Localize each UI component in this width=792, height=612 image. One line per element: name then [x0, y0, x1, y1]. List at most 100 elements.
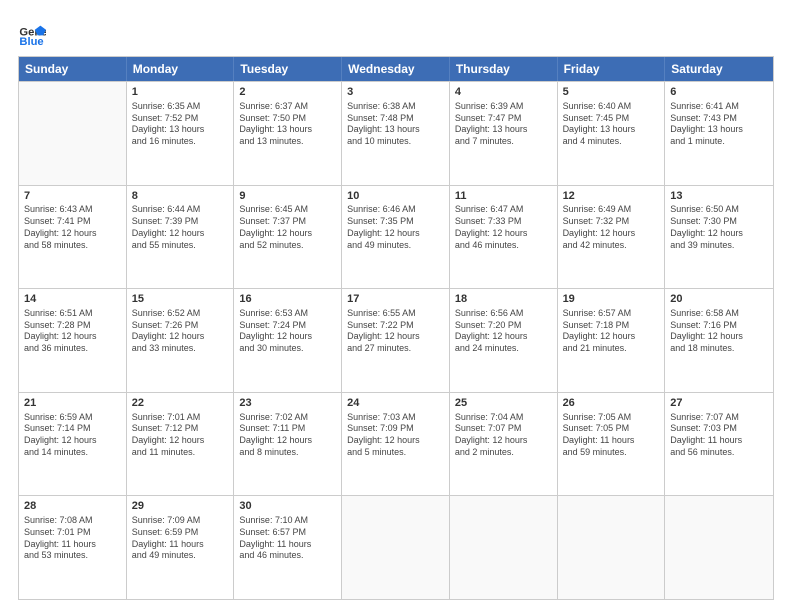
calendar-cell: 10Sunrise: 6:46 AMSunset: 7:35 PMDayligh…: [342, 186, 450, 289]
cell-info: and 49 minutes.: [347, 240, 444, 252]
cell-info: Sunrise: 7:05 AM: [563, 412, 660, 424]
cell-info: Sunset: 7:48 PM: [347, 113, 444, 125]
calendar-cell: 25Sunrise: 7:04 AMSunset: 7:07 PMDayligh…: [450, 393, 558, 496]
cell-info: Daylight: 12 hours: [563, 228, 660, 240]
day-number: 16: [239, 292, 336, 307]
cell-info: Sunset: 7:12 PM: [132, 423, 229, 435]
cell-info: Sunrise: 7:07 AM: [670, 412, 768, 424]
cell-info: Sunrise: 7:04 AM: [455, 412, 552, 424]
calendar-cell: 9Sunrise: 6:45 AMSunset: 7:37 PMDaylight…: [234, 186, 342, 289]
day-number: 25: [455, 396, 552, 411]
calendar-cell: 22Sunrise: 7:01 AMSunset: 7:12 PMDayligh…: [127, 393, 235, 496]
cell-info: and 39 minutes.: [670, 240, 768, 252]
cell-info: and 27 minutes.: [347, 343, 444, 355]
cell-info: Daylight: 12 hours: [132, 228, 229, 240]
cell-info: Daylight: 12 hours: [347, 228, 444, 240]
day-number: 8: [132, 189, 229, 204]
calendar-cell: 14Sunrise: 6:51 AMSunset: 7:28 PMDayligh…: [19, 289, 127, 392]
cell-info: Sunset: 7:11 PM: [239, 423, 336, 435]
cell-info: and 21 minutes.: [563, 343, 660, 355]
cell-info: Sunrise: 6:35 AM: [132, 101, 229, 113]
cell-info: Sunset: 7:32 PM: [563, 216, 660, 228]
calendar-cell: 26Sunrise: 7:05 AMSunset: 7:05 PMDayligh…: [558, 393, 666, 496]
cell-info: Sunset: 7:24 PM: [239, 320, 336, 332]
day-number: 28: [24, 499, 121, 514]
cell-info: Daylight: 12 hours: [239, 435, 336, 447]
cell-info: Daylight: 11 hours: [239, 539, 336, 551]
calendar-cell: [19, 82, 127, 185]
cell-info: Sunset: 7:28 PM: [24, 320, 121, 332]
calendar-row-4: 21Sunrise: 6:59 AMSunset: 7:14 PMDayligh…: [19, 392, 773, 496]
cell-info: Sunrise: 6:37 AM: [239, 101, 336, 113]
calendar-cell: [342, 496, 450, 599]
page-header: General Blue: [18, 16, 774, 48]
cell-info: Sunset: 7:03 PM: [670, 423, 768, 435]
cell-info: Sunrise: 7:02 AM: [239, 412, 336, 424]
header-cell-thursday: Thursday: [450, 57, 558, 81]
cell-info: Daylight: 12 hours: [455, 435, 552, 447]
cell-info: Sunrise: 6:58 AM: [670, 308, 768, 320]
cell-info: Sunset: 7:09 PM: [347, 423, 444, 435]
cell-info: and 1 minute.: [670, 136, 768, 148]
cell-info: Sunrise: 6:43 AM: [24, 204, 121, 216]
calendar-cell: [558, 496, 666, 599]
day-number: 19: [563, 292, 660, 307]
cell-info: Daylight: 12 hours: [24, 228, 121, 240]
cell-info: Sunrise: 6:49 AM: [563, 204, 660, 216]
day-number: 26: [563, 396, 660, 411]
calendar-cell: 29Sunrise: 7:09 AMSunset: 6:59 PMDayligh…: [127, 496, 235, 599]
header-cell-friday: Friday: [558, 57, 666, 81]
cell-info: Daylight: 13 hours: [347, 124, 444, 136]
logo: General Blue: [18, 20, 50, 48]
cell-info: Daylight: 11 hours: [563, 435, 660, 447]
cell-info: and 46 minutes.: [239, 550, 336, 562]
cell-info: Sunset: 7:16 PM: [670, 320, 768, 332]
cell-info: Sunrise: 6:50 AM: [670, 204, 768, 216]
cell-info: and 13 minutes.: [239, 136, 336, 148]
cell-info: Daylight: 12 hours: [239, 331, 336, 343]
cell-info: Sunset: 7:05 PM: [563, 423, 660, 435]
cell-info: Daylight: 11 hours: [132, 539, 229, 551]
cell-info: Daylight: 13 hours: [670, 124, 768, 136]
day-number: 12: [563, 189, 660, 204]
cell-info: and 55 minutes.: [132, 240, 229, 252]
cell-info: Sunrise: 7:03 AM: [347, 412, 444, 424]
cell-info: Sunrise: 6:53 AM: [239, 308, 336, 320]
svg-text:Blue: Blue: [19, 36, 43, 48]
calendar-cell: 23Sunrise: 7:02 AMSunset: 7:11 PMDayligh…: [234, 393, 342, 496]
cell-info: Daylight: 11 hours: [24, 539, 121, 551]
calendar-cell: 3Sunrise: 6:38 AMSunset: 7:48 PMDaylight…: [342, 82, 450, 185]
cell-info: Sunset: 7:26 PM: [132, 320, 229, 332]
cell-info: Sunrise: 6:55 AM: [347, 308, 444, 320]
cell-info: Daylight: 12 hours: [132, 435, 229, 447]
cell-info: Sunset: 7:18 PM: [563, 320, 660, 332]
cell-info: Daylight: 13 hours: [455, 124, 552, 136]
cell-info: Daylight: 11 hours: [670, 435, 768, 447]
cell-info: Sunset: 7:20 PM: [455, 320, 552, 332]
calendar: SundayMondayTuesdayWednesdayThursdayFrid…: [18, 56, 774, 600]
calendar-cell: 13Sunrise: 6:50 AMSunset: 7:30 PMDayligh…: [665, 186, 773, 289]
calendar-cell: 12Sunrise: 6:49 AMSunset: 7:32 PMDayligh…: [558, 186, 666, 289]
cell-info: and 14 minutes.: [24, 447, 121, 459]
cell-info: and 7 minutes.: [455, 136, 552, 148]
cell-info: and 33 minutes.: [132, 343, 229, 355]
cell-info: Daylight: 12 hours: [24, 331, 121, 343]
cell-info: Sunrise: 7:08 AM: [24, 515, 121, 527]
cell-info: and 36 minutes.: [24, 343, 121, 355]
day-number: 4: [455, 85, 552, 100]
cell-info: Sunrise: 6:45 AM: [239, 204, 336, 216]
calendar-cell: 11Sunrise: 6:47 AMSunset: 7:33 PMDayligh…: [450, 186, 558, 289]
day-number: 20: [670, 292, 768, 307]
cell-info: Sunrise: 6:47 AM: [455, 204, 552, 216]
calendar-cell: 8Sunrise: 6:44 AMSunset: 7:39 PMDaylight…: [127, 186, 235, 289]
cell-info: Sunset: 6:57 PM: [239, 527, 336, 539]
cell-info: and 18 minutes.: [670, 343, 768, 355]
cell-info: Sunset: 7:14 PM: [24, 423, 121, 435]
header-cell-tuesday: Tuesday: [234, 57, 342, 81]
day-number: 1: [132, 85, 229, 100]
calendar-row-5: 28Sunrise: 7:08 AMSunset: 7:01 PMDayligh…: [19, 495, 773, 599]
header-cell-sunday: Sunday: [19, 57, 127, 81]
day-number: 11: [455, 189, 552, 204]
cell-info: Sunset: 7:43 PM: [670, 113, 768, 125]
day-number: 22: [132, 396, 229, 411]
